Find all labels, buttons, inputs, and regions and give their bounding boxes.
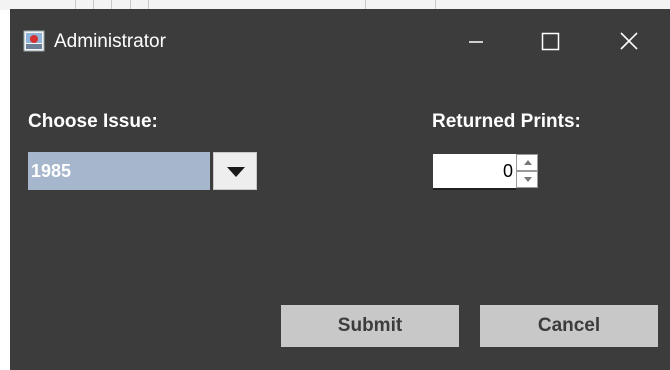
java-app-icon: [23, 30, 45, 52]
returned-prints-input[interactable]: 0: [433, 154, 516, 190]
issue-dropdown-arrow-button[interactable]: [213, 152, 257, 190]
issue-dropdown-value[interactable]: 1985: [28, 152, 210, 190]
issue-dropdown[interactable]: 1985: [28, 152, 257, 190]
spinner-up-icon: [524, 160, 532, 165]
spinner-down-icon: [524, 177, 532, 182]
cancel-button[interactable]: Cancel: [480, 305, 658, 347]
title-bar[interactable]: Administrator: [10, 9, 670, 73]
close-icon: [620, 32, 638, 50]
close-button[interactable]: [607, 21, 651, 61]
submit-button[interactable]: Submit: [281, 305, 459, 347]
choose-issue-label: Choose Issue:: [28, 111, 158, 132]
chevron-down-icon: [227, 167, 245, 177]
maximize-button[interactable]: [529, 21, 573, 61]
spinner-increment-button[interactable]: [516, 154, 538, 171]
minimize-button[interactable]: [454, 21, 498, 61]
maximize-icon: [541, 32, 560, 51]
spinner-decrement-button[interactable]: [516, 171, 538, 188]
minimize-icon: [469, 41, 483, 43]
returned-prints-spinner[interactable]: 0: [433, 154, 551, 190]
window-title: Administrator: [54, 31, 166, 52]
administrator-dialog: Administrator Choose Issue: Returned Pri…: [10, 9, 670, 370]
returned-prints-label: Returned Prints:: [432, 111, 581, 132]
